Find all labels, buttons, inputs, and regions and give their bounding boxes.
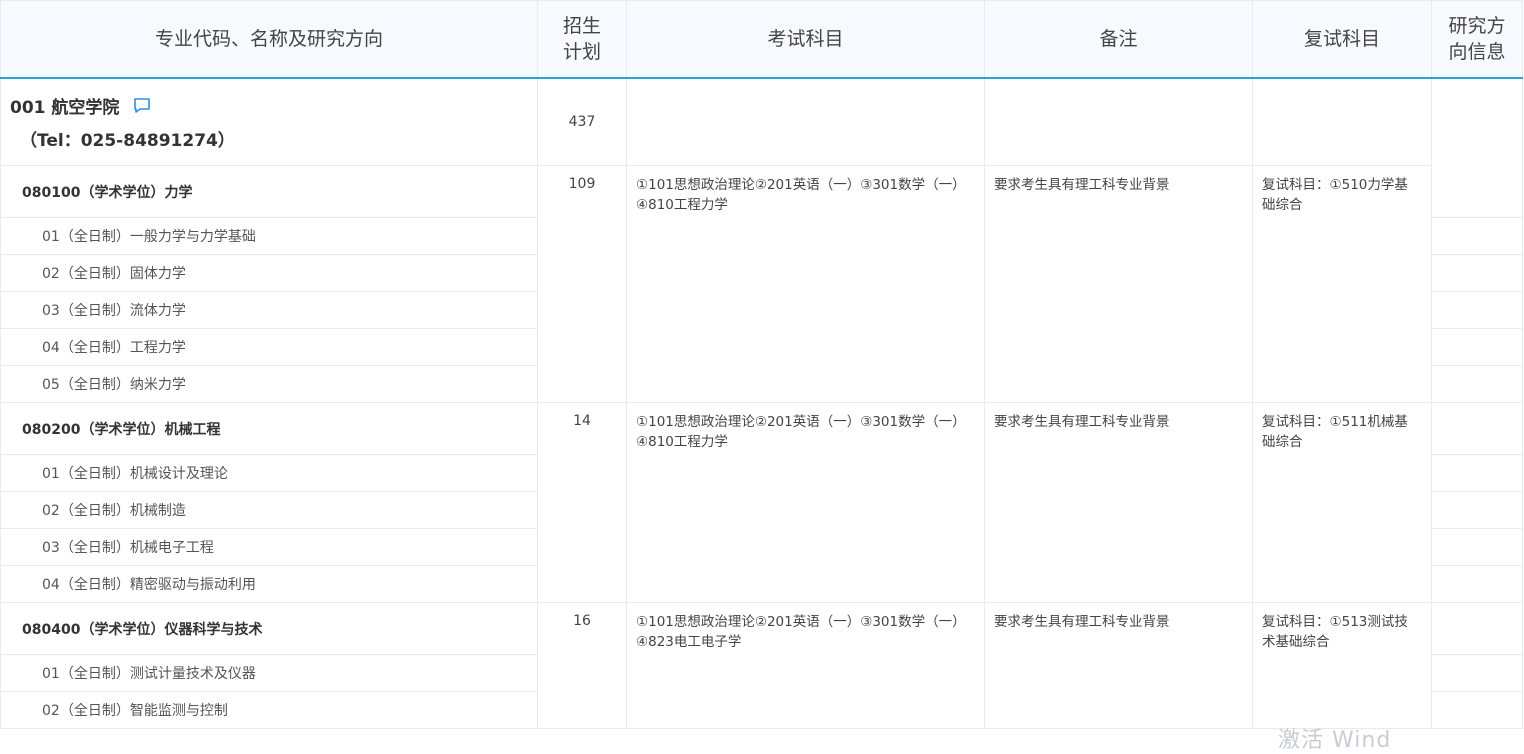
college-plan: 437: [537, 77, 627, 166]
direction-info: [1431, 565, 1523, 603]
direction-info: [1431, 528, 1523, 566]
exam-line: ④810工程力学: [636, 434, 728, 450]
major-info: [1431, 402, 1523, 455]
header-retest: 复试科目: [1252, 0, 1432, 79]
comment-icon[interactable]: [133, 97, 151, 115]
retest-line: 复试科目：①513测试技: [1262, 614, 1408, 630]
direction-item[interactable]: 04（全日制）精密驱动与振动利用: [0, 565, 538, 603]
enrollment-table: 专业代码、名称及研究方向 招生计划 考试科目 备注 复试科目 研究方向信息 00…: [0, 0, 1523, 729]
header-plan: 招生 计划: [537, 0, 627, 79]
direction-item[interactable]: 01（全日制）机械设计及理论: [0, 454, 538, 492]
major-retest: 复试科目：①510力学基 础综合: [1252, 165, 1432, 403]
direction-info: [1431, 491, 1523, 529]
major-remark: 要求考生具有理工科专业背景: [984, 402, 1253, 603]
direction-item[interactable]: 05（全日制）纳米力学: [0, 365, 538, 403]
major-remark: 要求考生具有理工科专业背景: [984, 165, 1253, 403]
major-title: 080100（学术学位）力学: [0, 165, 538, 218]
college-name: 001 航空学院: [10, 98, 120, 118]
header-info-line2: 向信息: [1448, 41, 1506, 63]
major-info: [1431, 602, 1523, 655]
header-plan-line1: 招生: [562, 15, 601, 37]
retest-line: 复试科目：①511机械基: [1262, 414, 1408, 430]
exam-line: ①101思想政治理论②201英语（一）③301数学（一）: [636, 414, 966, 430]
college-exam-empty: [626, 77, 985, 166]
direction-item[interactable]: 01（全日制）一般力学与力学基础: [0, 217, 538, 255]
major-plan: 16: [537, 602, 627, 729]
college-cell: 001 航空学院 （Tel：025-84891274）: [0, 77, 538, 166]
direction-info: [1431, 291, 1523, 329]
direction-info: [1431, 691, 1523, 729]
header-info: 研究方 向信息: [1431, 0, 1523, 79]
direction-item[interactable]: 02（全日制）机械制造: [0, 491, 538, 529]
direction-item[interactable]: 01（全日制）测试计量技术及仪器: [0, 654, 538, 692]
direction-item[interactable]: 03（全日制）流体力学: [0, 291, 538, 329]
major-plan: 109: [537, 165, 627, 403]
major-remark: 要求考生具有理工科专业背景: [984, 602, 1253, 729]
direction-item[interactable]: 02（全日制）智能监测与控制: [0, 691, 538, 729]
major-title: 080400（学术学位）仪器科学与技术: [0, 602, 538, 655]
direction-item[interactable]: 03（全日制）机械电子工程: [0, 528, 538, 566]
direction-info: [1431, 365, 1523, 403]
direction-info: [1431, 454, 1523, 492]
direction-info: [1431, 654, 1523, 692]
major-exam: ①101思想政治理论②201英语（一）③301数学（一） ④810工程力学: [626, 402, 985, 603]
header-plan-line2: 计划: [562, 41, 601, 63]
college-remark-empty: [984, 77, 1253, 166]
major-plan: 14: [537, 402, 627, 603]
table-header-row: 专业代码、名称及研究方向 招生计划 考试科目 备注 复试科目 研究方向信息: [0, 0, 1523, 79]
retest-line: 复试科目：①510力学基: [1262, 177, 1408, 193]
direction-info: [1431, 328, 1523, 366]
header-info-line1: 研究方: [1448, 15, 1506, 37]
major-title: 080200（学术学位）机械工程: [0, 402, 538, 455]
major-row: 080200（学术学位）机械工程 14 ①101思想政治理论②201英语（一）③…: [0, 402, 1523, 603]
major-retest: 复试科目：①513测试技 术基础综合: [1252, 602, 1432, 729]
direction-info: [1431, 254, 1523, 292]
exam-line: ①101思想政治理论②201英语（一）③301数学（一）: [636, 614, 966, 630]
exam-line: ④823电工电子学: [636, 634, 742, 650]
college-tel: （Tel：025-84891274）: [20, 131, 235, 151]
retest-line: 础综合: [1262, 434, 1303, 450]
header-remark: 备注: [984, 0, 1253, 79]
direction-item[interactable]: 04（全日制）工程力学: [0, 328, 538, 366]
activation-watermark: 激活 Wind: [1278, 728, 1392, 753]
major-row: 080400（学术学位）仪器科学与技术 16 ①101思想政治理论②201英语（…: [0, 602, 1523, 729]
direction-info: [1431, 217, 1523, 255]
retest-line: 础综合: [1262, 197, 1303, 213]
college-info-empty: [1431, 77, 1523, 218]
exam-line: ①101思想政治理论②201英语（一）③301数学（一）: [636, 177, 966, 193]
college-row: 001 航空学院 （Tel：025-84891274） 437: [0, 77, 1523, 218]
exam-line: ④810工程力学: [636, 197, 728, 213]
direction-item[interactable]: 02（全日制）固体力学: [0, 254, 538, 292]
major-exam: ①101思想政治理论②201英语（一）③301数学（一） ④823电工电子学: [626, 602, 985, 729]
college-retest-empty: [1252, 77, 1432, 166]
header-major: 专业代码、名称及研究方向: [0, 0, 538, 79]
major-row: 080100（学术学位）力学 109 ①101思想政治理论②201英语（一）③3…: [0, 165, 1523, 403]
major-exam: ①101思想政治理论②201英语（一）③301数学（一） ④810工程力学: [626, 165, 985, 403]
header-exam: 考试科目: [626, 0, 985, 79]
retest-line: 术基础综合: [1262, 634, 1330, 650]
major-retest: 复试科目：①511机械基 础综合: [1252, 402, 1432, 603]
